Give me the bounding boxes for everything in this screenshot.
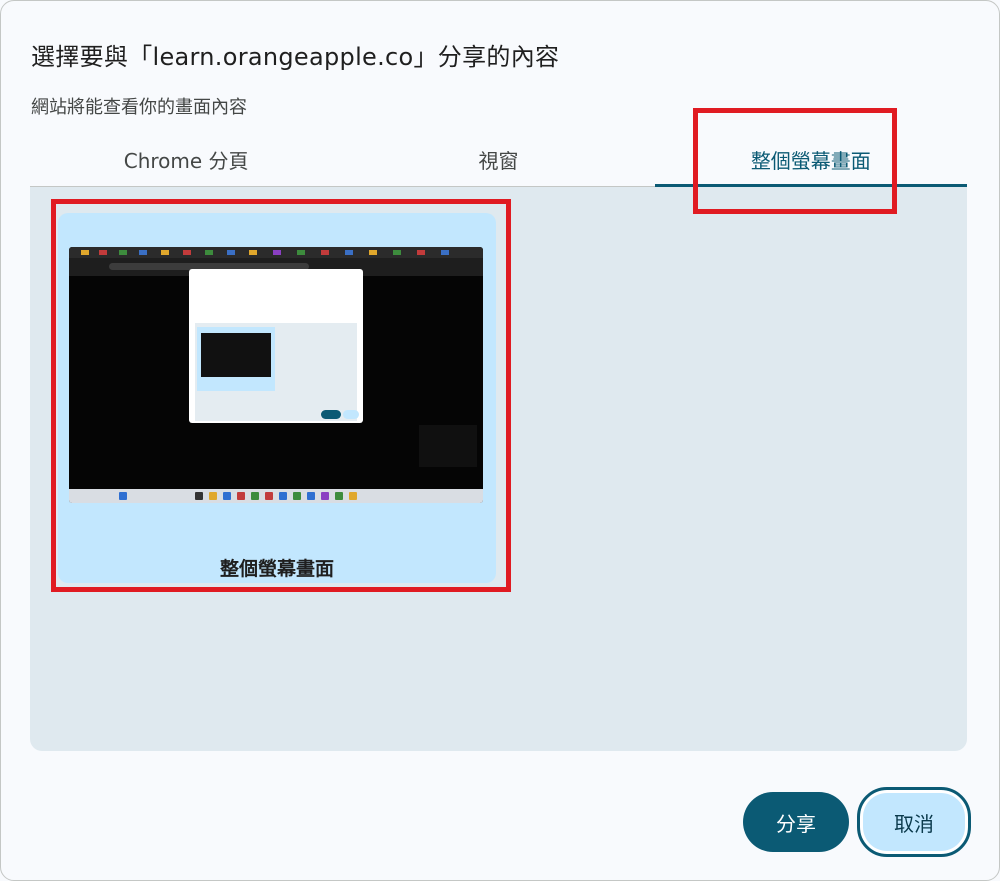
tab-entire-screen[interactable]: 整個螢幕畫面 [654, 135, 968, 187]
dialog-title: 選擇要與「learn.orangeapple.co」分享的內容 [31, 43, 560, 71]
share-dialog: 選擇要與「learn.orangeapple.co」分享的內容 網站將能查看你的… [0, 0, 1000, 881]
share-button[interactable]: 分享 [743, 792, 849, 852]
cancel-button[interactable]: 取消 [857, 787, 971, 857]
source-tabs: Chrome 分頁 視窗 整個螢幕畫面 [30, 135, 968, 187]
tab-chrome-tabs[interactable]: Chrome 分頁 [30, 135, 342, 186]
screen-thumbnail [69, 247, 483, 503]
dialog-subtitle: 網站將能查看你的畫面內容 [31, 97, 247, 118]
thumbnail-dialog-preview [189, 269, 363, 423]
tab-window[interactable]: 視窗 [342, 135, 654, 186]
thumbnail-taskbar [69, 489, 483, 503]
thumbnail-video-tile [419, 425, 477, 467]
thumbnail-browser-tabbar [69, 247, 483, 258]
entire-screen-card-label: 整個螢幕畫面 [219, 558, 334, 580]
